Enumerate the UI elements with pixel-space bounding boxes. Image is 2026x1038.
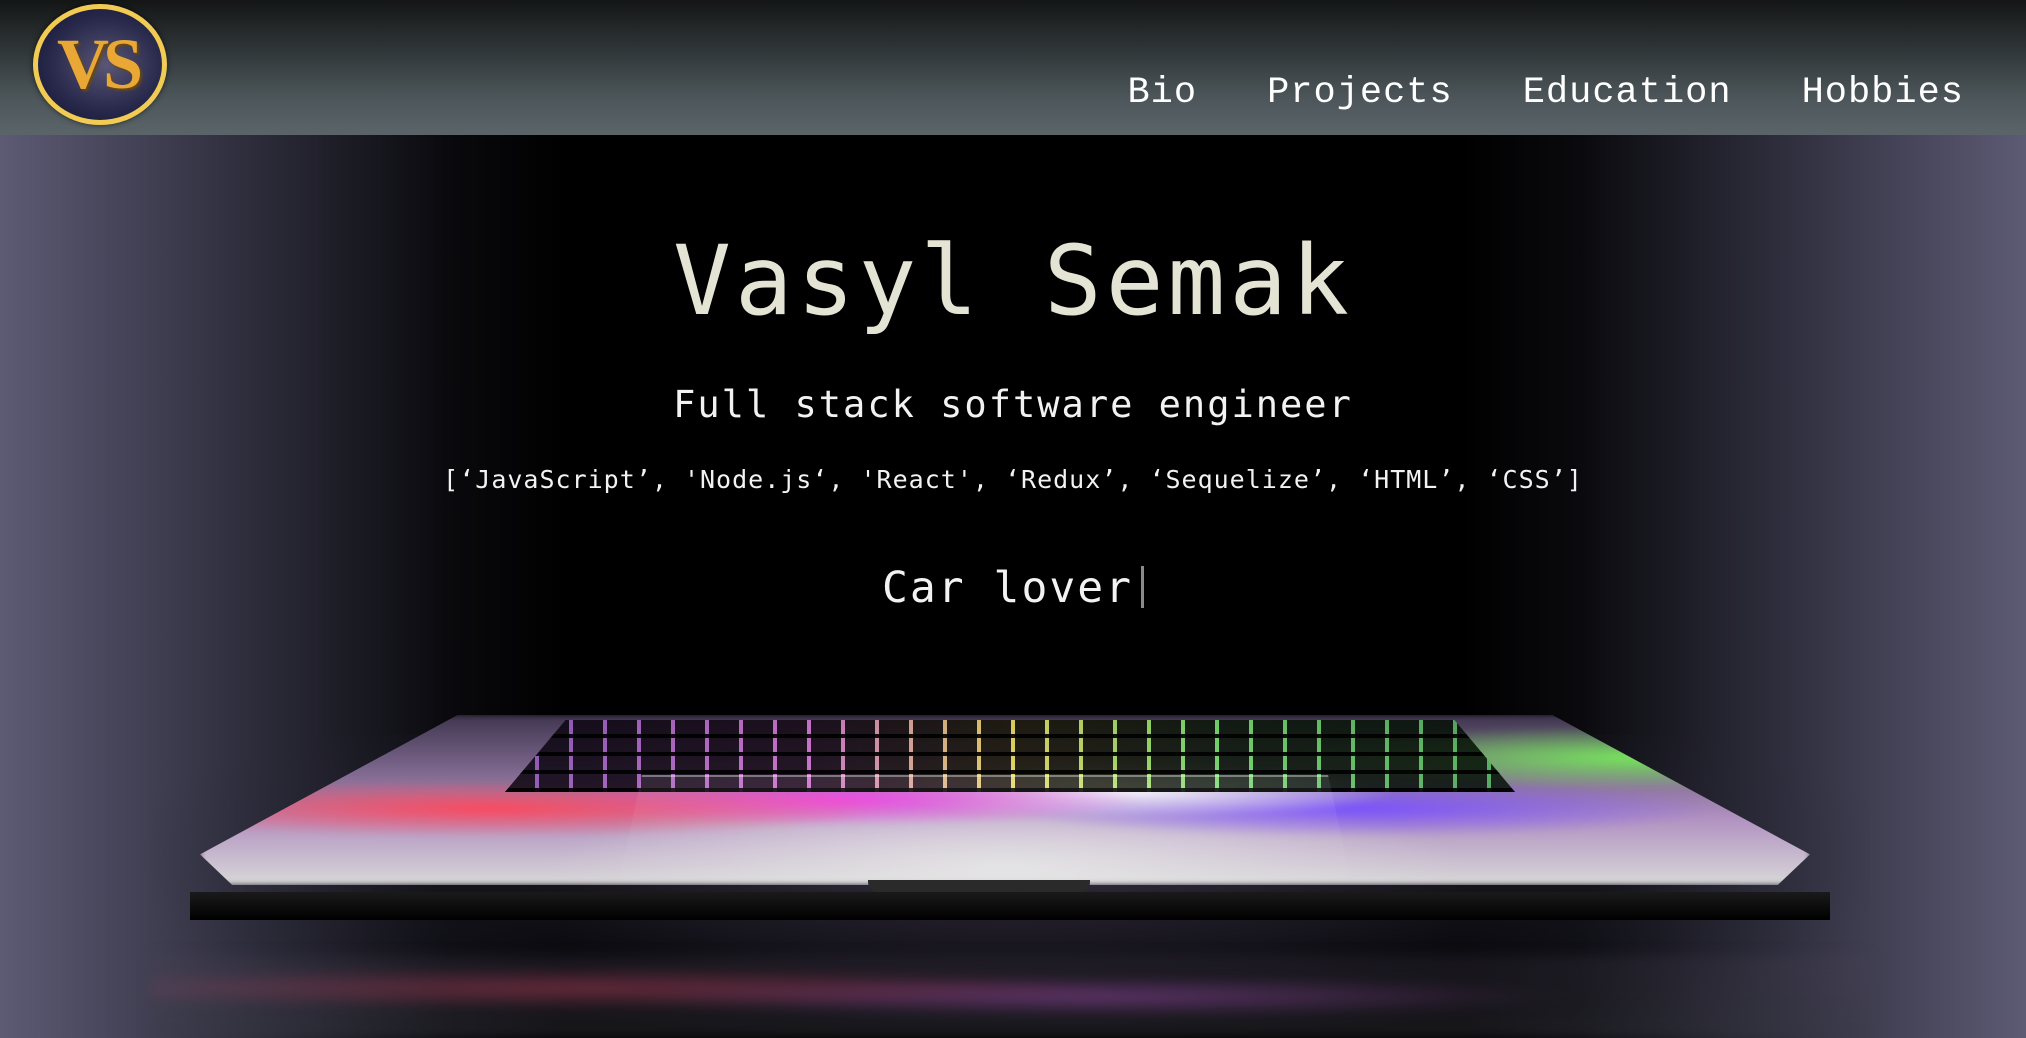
nav-link-education[interactable]: Education [1523, 72, 1732, 114]
typewriter-text: Car lover [882, 563, 1133, 613]
nav-link-hobbies[interactable]: Hobbies [1802, 72, 1964, 114]
top-navbar: VS Bio Projects Education Hobbies [0, 0, 2026, 135]
hero-name: Vasyl Semak [673, 225, 1353, 337]
laptop-trackpad [620, 775, 1350, 877]
nav-link-projects[interactable]: Projects [1267, 72, 1453, 114]
site-logo[interactable]: VS [33, 4, 167, 125]
hero-skills-list: [‘JavaScript’, 'Node.js‘, 'React', ‘Redu… [443, 465, 1583, 494]
laptop-notch [868, 880, 1090, 892]
logo-monogram: VS [56, 24, 143, 104]
text-cursor [1141, 566, 1144, 608]
hero-role: Full stack software engineer [673, 383, 1353, 426]
typewriter-line: Car lover [0, 563, 2026, 613]
laptop-edge [190, 892, 1830, 920]
main-nav: Bio Projects Education Hobbies [1127, 72, 1964, 114]
nav-link-bio[interactable]: Bio [1127, 72, 1197, 114]
surface-reflection [150, 955, 1870, 1038]
